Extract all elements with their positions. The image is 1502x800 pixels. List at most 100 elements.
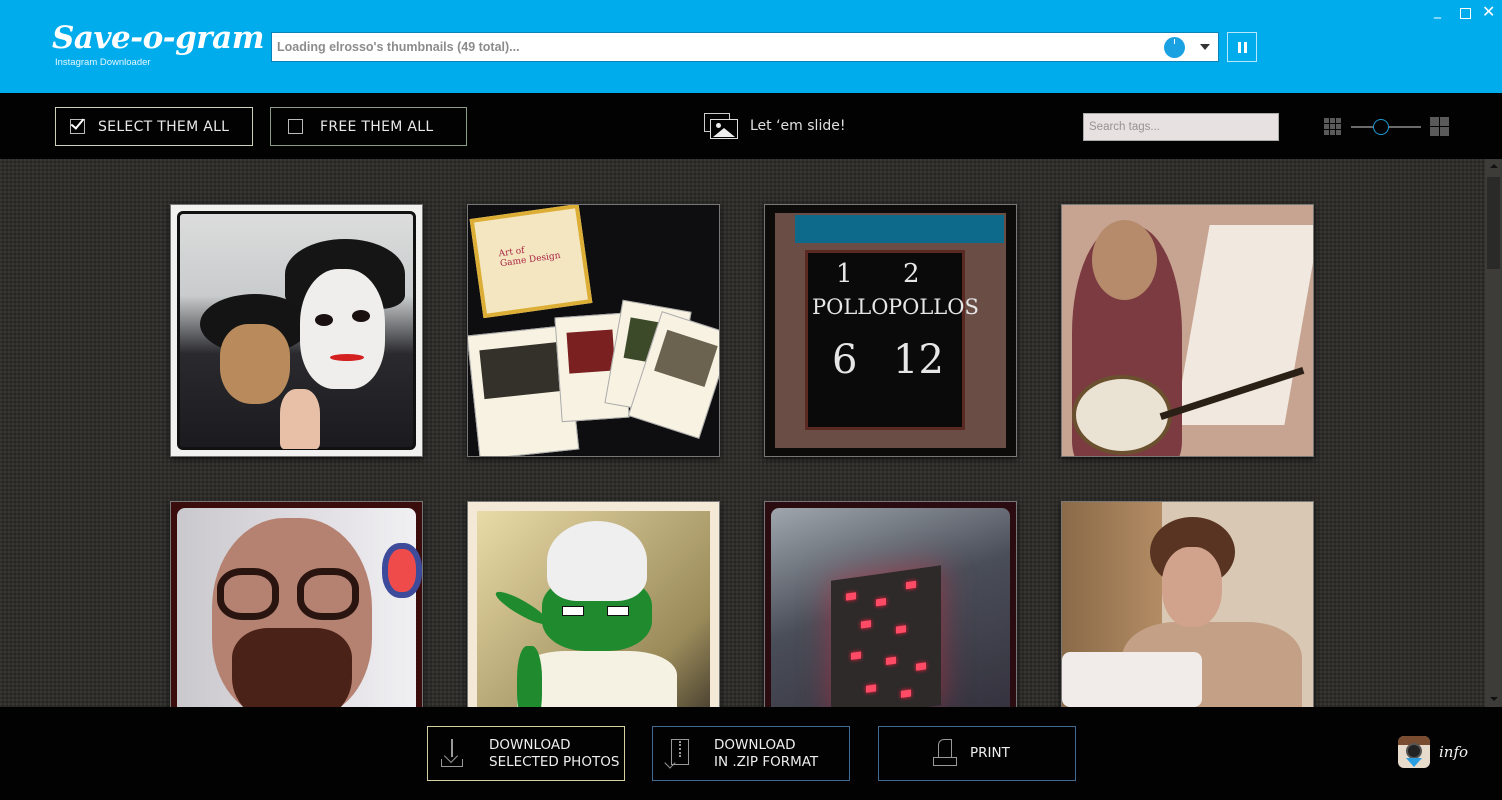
app-header: Save-o-gram Instagram Downloader Loading… (0, 0, 1502, 93)
printer-icon-paper (938, 738, 952, 757)
photo-detail (479, 342, 563, 400)
free-all-button[interactable]: FREE THEM ALL (270, 107, 467, 146)
chalk-text: POLLOS (888, 295, 979, 319)
photo-detail (1092, 220, 1157, 300)
slider-thumb[interactable] (1373, 119, 1389, 135)
progress-pie-icon (1164, 37, 1185, 58)
gallery-scrollbar[interactable] (1485, 159, 1502, 707)
slideshow-icon-front (710, 119, 738, 139)
insta-icon-arrow (1406, 758, 1422, 767)
photo-thumbnail[interactable] (1061, 204, 1314, 457)
photo-detail (297, 568, 359, 620)
download-zip-label: DOWNLOAD IN .ZIP FORMAT (714, 736, 819, 770)
slideshow-button[interactable]: Let ‘em slide! (704, 112, 845, 140)
zip-file-icon (664, 738, 690, 769)
scrollbar-thumb[interactable] (1487, 177, 1500, 269)
pause-icon-bar (1244, 42, 1247, 53)
app-logo: Save-o-gram Instagram Downloader (52, 20, 265, 72)
photo-detail (906, 580, 916, 590)
pause-icon (1238, 42, 1241, 53)
photo-redstone-lamp (765, 502, 1016, 707)
photo-masks (171, 205, 422, 456)
photo-detail (1062, 652, 1202, 707)
print-button[interactable]: PRINT (878, 726, 1076, 781)
info-label: info (1439, 743, 1469, 761)
photo-detail (566, 329, 616, 374)
status-bar[interactable]: Loading elrosso's thumbnails (49 total).… (271, 32, 1219, 62)
photo-thumbnail[interactable] (170, 204, 423, 457)
photo-detail (300, 269, 385, 389)
photo-detail: Art of Game Design (498, 245, 562, 270)
photo-detail (1162, 547, 1222, 627)
info-button[interactable]: info (1398, 736, 1468, 768)
photo-detail (382, 543, 422, 598)
large-grid-icon[interactable] (1430, 117, 1449, 136)
photo-thumbnail[interactable] (1061, 501, 1314, 707)
close-button[interactable]: ✕ (1482, 2, 1495, 21)
zip-icon-zipper (679, 740, 681, 757)
photo-thumbnail[interactable]: Art of Game Design (467, 204, 720, 457)
slideshow-icon (704, 113, 738, 139)
photo-chalkboard: 1 2 POLLO POLLOS 6 12 (765, 205, 1016, 456)
photo-detail (654, 329, 718, 388)
free-all-label: FREE THEM ALL (320, 118, 434, 135)
photo-thumbnail[interactable] (764, 501, 1017, 707)
loading-status-text: Loading elrosso's thumbnails (49 total).… (277, 40, 520, 54)
dropdown-arrow-icon[interactable] (1200, 44, 1210, 50)
photo-detail (1072, 375, 1172, 455)
photo-detail: Art of Game Design (469, 205, 593, 319)
free-all-checkbox[interactable] (288, 119, 303, 134)
photo-detail (831, 565, 941, 707)
photo-detail (795, 215, 1004, 243)
photo-detail (876, 598, 886, 607)
photo-detail (886, 656, 896, 665)
photo-bearded-man (171, 502, 422, 707)
photo-detail (217, 568, 279, 620)
photo-detail: 1 2 POLLO POLLOS 6 12 (805, 250, 979, 430)
photo-inner (771, 508, 1010, 707)
photo-detail (330, 354, 364, 361)
slideshow-label: Let ‘em slide! (750, 118, 846, 134)
select-all-label: SELECT THEM ALL (98, 118, 230, 135)
maximize-button[interactable] (1460, 8, 1471, 19)
download-selected-label: DOWNLOAD SELECTED PHOTOS (489, 736, 620, 770)
photo-detail (562, 606, 584, 616)
photo-detail (861, 620, 871, 629)
photo-plush-toy (468, 502, 719, 707)
print-label: PRINT (970, 745, 1010, 761)
small-grid-icon[interactable] (1324, 118, 1342, 135)
select-all-button[interactable]: SELECT THEM ALL (55, 107, 253, 146)
photo-thumbnail[interactable]: 1 2 POLLO POLLOS 6 12 (764, 204, 1017, 457)
scroll-down-arrow-icon[interactable] (1485, 691, 1502, 707)
photo-detail (851, 651, 861, 660)
photo-detail (547, 521, 647, 601)
chalk-text: 6 (832, 337, 858, 383)
photo-thumbnail[interactable] (170, 501, 423, 707)
select-all-checkbox[interactable] (70, 115, 85, 134)
photo-gallery: Art of Game Design 1 2 POLLO POLLOS 6 12 (0, 159, 1485, 707)
scroll-up-arrow-icon[interactable] (1485, 159, 1502, 175)
printer-icon-base (933, 756, 957, 766)
download-icon (441, 738, 465, 769)
photo-detail (315, 314, 333, 326)
insta-icon-lens (1406, 743, 1422, 759)
photo-detail (517, 646, 542, 707)
download-zip-button[interactable]: DOWNLOAD IN .ZIP FORMAT (652, 726, 850, 781)
photo-inner (477, 511, 710, 707)
photo-detail (896, 625, 906, 634)
photo-detail (220, 324, 290, 404)
app-title: Save-o-gram (52, 20, 265, 56)
photo-woman-drinking (1062, 502, 1313, 707)
photo-thumbnail[interactable] (467, 501, 720, 707)
download-selected-button[interactable]: DOWNLOAD SELECTED PHOTOS (427, 726, 625, 781)
thumbnail-size-slider[interactable] (1351, 117, 1421, 137)
minimize-button[interactable]: _ (1434, 3, 1441, 19)
photo-detail (866, 684, 876, 693)
footer: DOWNLOAD SELECTED PHOTOS DOWNLOAD IN .ZI… (0, 707, 1502, 800)
photo-detail (846, 592, 856, 601)
instagram-download-icon (1398, 736, 1430, 768)
photo-detail (232, 628, 352, 707)
pause-button[interactable] (1227, 32, 1257, 62)
search-tags-input[interactable] (1083, 113, 1279, 141)
photo-cards: Art of Game Design (468, 205, 719, 456)
